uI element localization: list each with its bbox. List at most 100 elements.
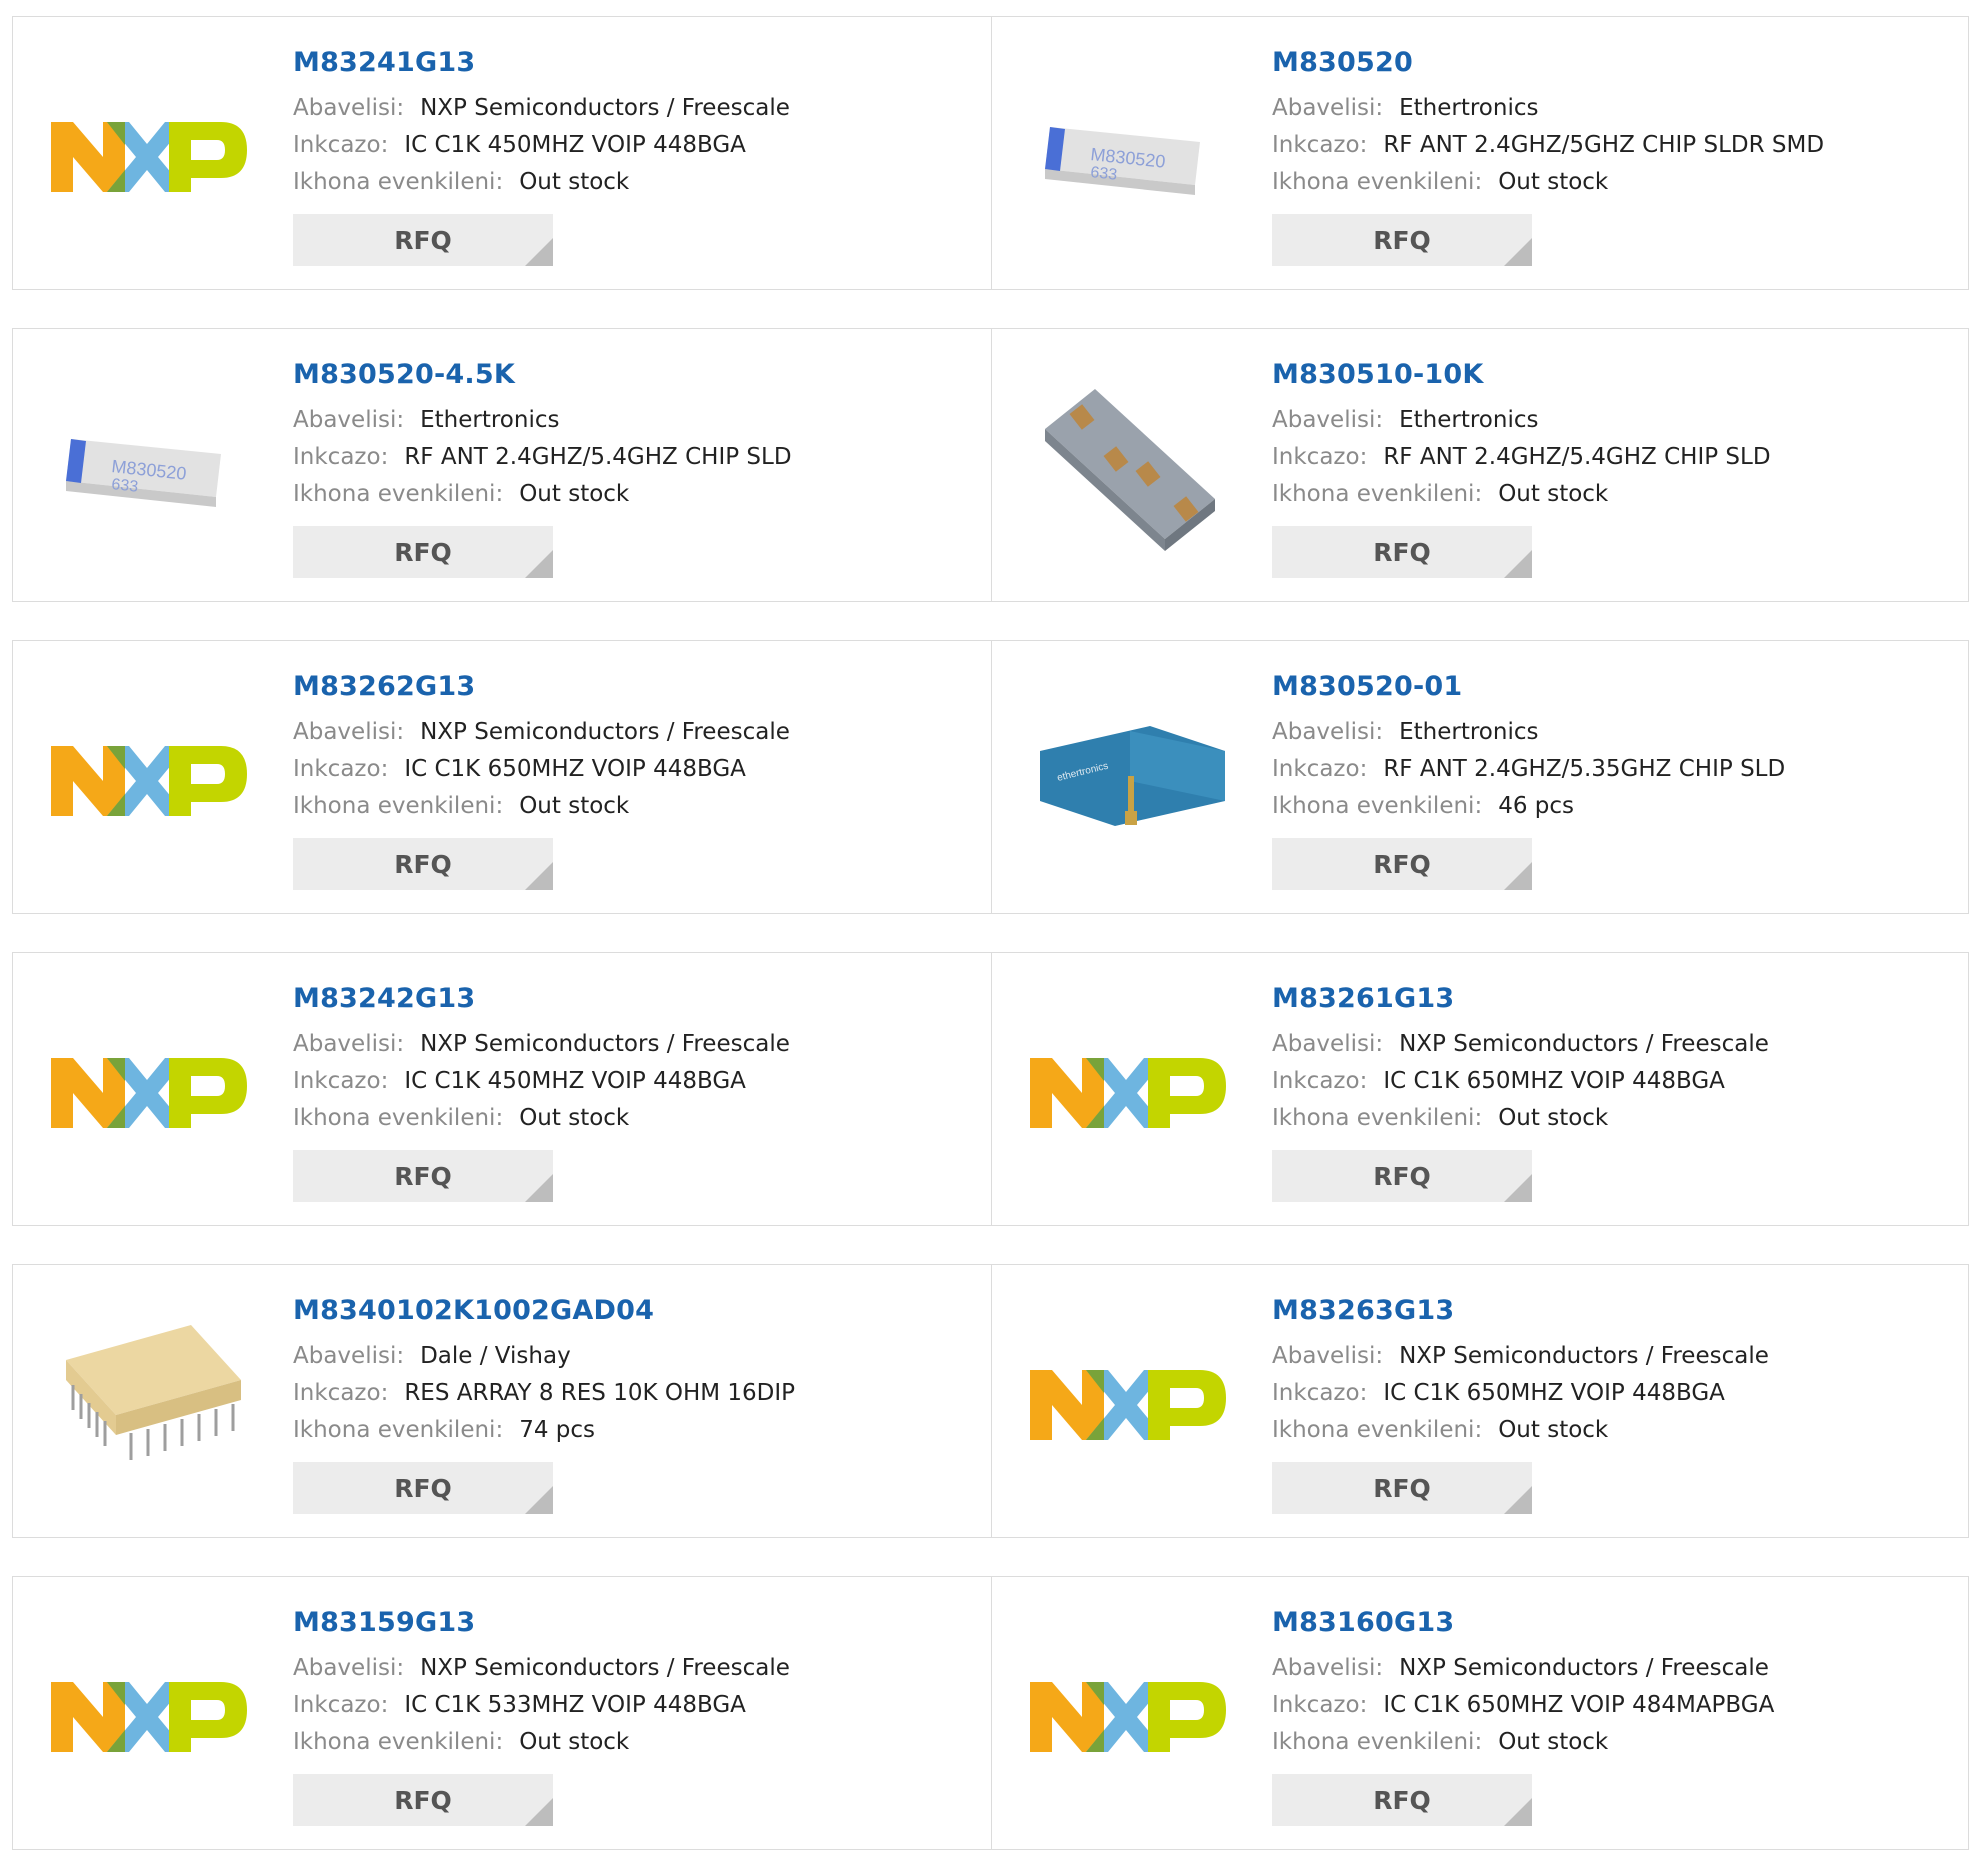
part-number-link[interactable]: M830510-10K — [1272, 361, 1771, 388]
nxp-logo-image — [51, 1682, 247, 1752]
product-info: M830520-01 Abavelisi: Ethertronics Inkcazo:… — [1272, 671, 1785, 890]
stock-line: Ikhona evenkileni: 74 pcs — [293, 1412, 795, 1449]
stock-value: Out stock — [519, 169, 630, 195]
stock-line: Ikhona evenkileni: Out stock — [293, 1724, 790, 1761]
product-info: M83241G13 Abavelisi: NXP Semiconductors / … — [293, 47, 790, 266]
rfq-button[interactable]: RFQ — [1272, 214, 1532, 266]
description-line: Inkcazo: IC C1K 650MHZ VOIP 484MAPBGA — [1272, 1687, 1774, 1724]
manufacturer-value: NXP Semiconductors / Freescale — [420, 1655, 790, 1681]
description-line: Inkcazo: RF ANT 2.4GHZ/5.4GHZ CHIP SLD — [293, 439, 792, 476]
part-number-link[interactable]: M830520-4.5K — [293, 361, 792, 388]
part-number-link[interactable]: M83160G13 — [1272, 1609, 1774, 1636]
nxp-logo[interactable] — [1030, 1617, 1230, 1817]
nxp-logo[interactable] — [1030, 1305, 1230, 1505]
manufacturer-line: Abavelisi: NXP Semiconductors / Freescale — [293, 714, 790, 751]
description-label: Inkcazo: — [1272, 756, 1368, 782]
description-label: Inkcazo: — [293, 1692, 389, 1718]
rfq-button[interactable]: RFQ — [293, 1150, 553, 1202]
part-number-link[interactable]: M83159G13 — [293, 1609, 790, 1636]
rfq-button[interactable]: RFQ — [293, 1774, 553, 1826]
stock-value: Out stock — [519, 481, 630, 507]
product-photo[interactable] — [51, 1305, 251, 1505]
product-card: M830520 Abavelisi: Ethertronics Inkcazo: RF … — [991, 17, 1968, 289]
stock-label: Ikhona evenkileni: — [293, 169, 504, 195]
description-value: IC C1K 450MHZ VOIP 448BGA — [404, 132, 746, 158]
part-number-link[interactable]: M8340102K1002GAD04 — [293, 1297, 795, 1324]
manufacturer-value: Ethertronics — [1399, 95, 1539, 121]
product-card: M830520-4.5K Abavelisi: Ethertronics Inkcaz… — [13, 329, 991, 601]
nxp-logo[interactable] — [51, 681, 251, 881]
product-card: M83160G13 Abavelisi: NXP Semiconductors / … — [991, 1577, 1968, 1849]
nxp-logo[interactable] — [51, 993, 251, 1193]
nxp-logo[interactable] — [1030, 993, 1230, 1193]
rfq-button[interactable]: RFQ — [293, 838, 553, 890]
part-number-link[interactable]: M830520-01 — [1272, 673, 1785, 700]
part-number-link[interactable]: M83263G13 — [1272, 1297, 1769, 1324]
description-line: Inkcazo: IC C1K 650MHZ VOIP 448BGA — [1272, 1063, 1769, 1100]
rfq-button[interactable]: RFQ — [293, 214, 553, 266]
product-card: M83242G13 Abavelisi: NXP Semiconductors / … — [13, 953, 991, 1225]
description-value: IC C1K 650MHZ VOIP 448BGA — [404, 756, 746, 782]
manufacturer-line: Abavelisi: NXP Semiconductors / Freescale — [1272, 1338, 1769, 1375]
rfq-button[interactable]: RFQ — [293, 1462, 553, 1514]
nxp-logo-image — [51, 746, 247, 816]
description-label: Inkcazo: — [293, 132, 389, 158]
product-card: M830510-10K Abavelisi: Ethertronics Inkcazo… — [991, 329, 1968, 601]
description-value: RF ANT 2.4GHZ/5GHZ CHIP SLDR SMD — [1383, 132, 1825, 158]
part-number-link[interactable]: M83261G13 — [1272, 985, 1769, 1012]
manufacturer-line: Abavelisi: NXP Semiconductors / Freescale — [1272, 1026, 1769, 1063]
manufacturer-label: Abavelisi: — [293, 407, 405, 433]
product-photo-image — [66, 439, 221, 507]
description-value: IC C1K 450MHZ VOIP 448BGA — [404, 1068, 746, 1094]
description-label: Inkcazo: — [1272, 1380, 1368, 1406]
description-label: Inkcazo: — [293, 1380, 389, 1406]
stock-label: Ikhona evenkileni: — [293, 1105, 504, 1131]
part-number-link[interactable]: M83262G13 — [293, 673, 790, 700]
rfq-button[interactable]: RFQ — [1272, 526, 1532, 578]
product-info: M83261G13 Abavelisi: NXP Semiconductors / … — [1272, 983, 1769, 1202]
rfq-button[interactable]: RFQ — [1272, 1774, 1532, 1826]
stock-label: Ikhona evenkileni: — [293, 481, 504, 507]
stock-value: Out stock — [1498, 1729, 1609, 1755]
manufacturer-value: NXP Semiconductors / Freescale — [1399, 1343, 1769, 1369]
manufacturer-label: Abavelisi: — [293, 95, 405, 121]
product-row: M83262G13 Abavelisi: NXP Semiconductors / … — [12, 640, 1969, 914]
description-value: IC C1K 650MHZ VOIP 448BGA — [1383, 1380, 1725, 1406]
stock-label: Ikhona evenkileni: — [1272, 793, 1483, 819]
description-line: Inkcazo: RES ARRAY 8 RES 10K OHM 16DIP — [293, 1375, 795, 1412]
stock-value: Out stock — [519, 793, 630, 819]
product-card: M8340102K1002GAD04 Abavelisi: Dale / Visha… — [13, 1265, 991, 1537]
stock-value: Out stock — [1498, 1417, 1609, 1443]
description-line: Inkcazo: IC C1K 533MHZ VOIP 448BGA — [293, 1687, 790, 1724]
part-number-link[interactable]: M83242G13 — [293, 985, 790, 1012]
nxp-logo-image — [1030, 1682, 1226, 1752]
stock-label: Ikhona evenkileni: — [293, 1417, 504, 1443]
product-photo[interactable] — [1030, 681, 1230, 881]
part-number-link[interactable]: M83241G13 — [293, 49, 790, 76]
description-line: Inkcazo: RF ANT 2.4GHZ/5GHZ CHIP SLDR SMD — [1272, 127, 1824, 164]
product-row: M83241G13 Abavelisi: NXP Semiconductors / … — [12, 16, 1969, 290]
product-info: M830520-4.5K Abavelisi: Ethertronics Inkcaz… — [293, 359, 792, 578]
stock-label: Ikhona evenkileni: — [1272, 1729, 1483, 1755]
nxp-logo[interactable] — [51, 1617, 251, 1817]
manufacturer-label: Abavelisi: — [1272, 407, 1384, 433]
description-line: Inkcazo: IC C1K 650MHZ VOIP 448BGA — [1272, 1375, 1769, 1412]
product-photo[interactable] — [1030, 369, 1230, 569]
stock-label: Ikhona evenkileni: — [1272, 1105, 1483, 1131]
stock-value: 74 pcs — [519, 1417, 596, 1443]
rfq-button[interactable]: RFQ — [1272, 1462, 1532, 1514]
manufacturer-value: NXP Semiconductors / Freescale — [420, 1031, 790, 1057]
product-info: M83263G13 Abavelisi: NXP Semiconductors / … — [1272, 1295, 1769, 1514]
product-photo[interactable] — [1030, 57, 1230, 257]
rfq-button[interactable]: RFQ — [1272, 1150, 1532, 1202]
nxp-logo[interactable] — [51, 57, 251, 257]
product-card: M83261G13 Abavelisi: NXP Semiconductors / … — [991, 953, 1968, 1225]
rfq-button[interactable]: RFQ — [1272, 838, 1532, 890]
description-label: Inkcazo: — [1272, 444, 1368, 470]
description-label: Inkcazo: — [1272, 1068, 1368, 1094]
part-number-link[interactable]: M830520 — [1272, 49, 1824, 76]
description-value: RF ANT 2.4GHZ/5.4GHZ CHIP SLD — [1383, 444, 1771, 470]
rfq-button[interactable]: RFQ — [293, 526, 553, 578]
manufacturer-value: Ethertronics — [420, 407, 560, 433]
product-photo[interactable] — [51, 369, 251, 569]
